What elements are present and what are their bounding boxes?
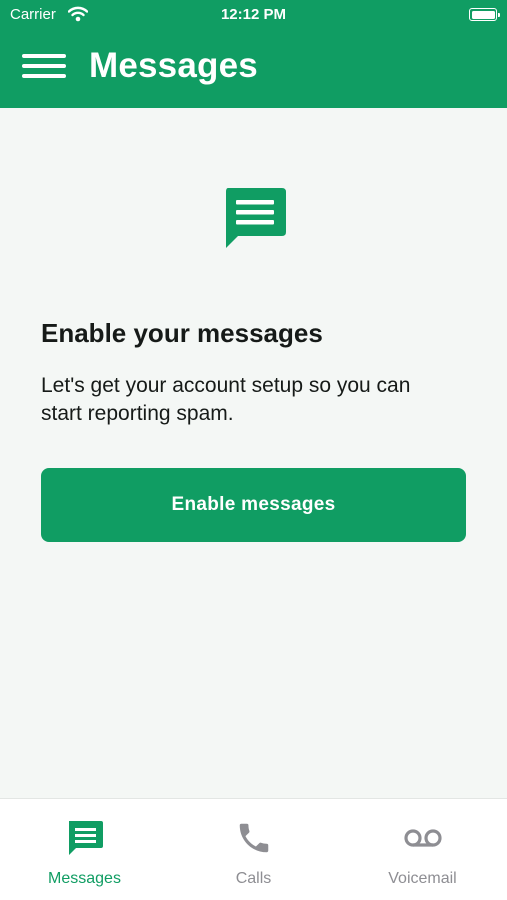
enable-messages-button[interactable]: Enable messages (41, 468, 466, 542)
menu-icon-bar (22, 74, 66, 78)
battery-icon (469, 8, 500, 21)
menu-button[interactable] (22, 52, 66, 80)
tab-bar: Messages Calls Voicemail (0, 798, 507, 900)
tab-messages[interactable]: Messages (0, 799, 169, 900)
message-icon (226, 188, 286, 248)
voicemail-icon (403, 829, 442, 847)
clock: 12:12 PM (220, 6, 287, 23)
content-description: Let's get your account setup so you can … (41, 374, 411, 425)
content-title: Enable your messages (41, 318, 323, 348)
screen: Carrier 12:12 PM Messages Enable your me… (0, 0, 507, 900)
tab-voicemail[interactable]: Voicemail (338, 799, 507, 900)
phone-icon (239, 823, 268, 853)
tab-calls-label: Calls (235, 870, 272, 887)
tab-voicemail-label: Voicemail (388, 870, 457, 887)
status-bar: Carrier 12:12 PM (0, 0, 507, 30)
page-title: Messages (89, 46, 258, 85)
message-icon (68, 821, 103, 855)
menu-icon-bar (22, 54, 66, 58)
header: Carrier 12:12 PM Messages (0, 0, 507, 108)
tab-calls[interactable]: Calls (169, 799, 338, 900)
tab-messages-label: Messages (48, 870, 121, 887)
menu-icon-bar (22, 64, 66, 68)
